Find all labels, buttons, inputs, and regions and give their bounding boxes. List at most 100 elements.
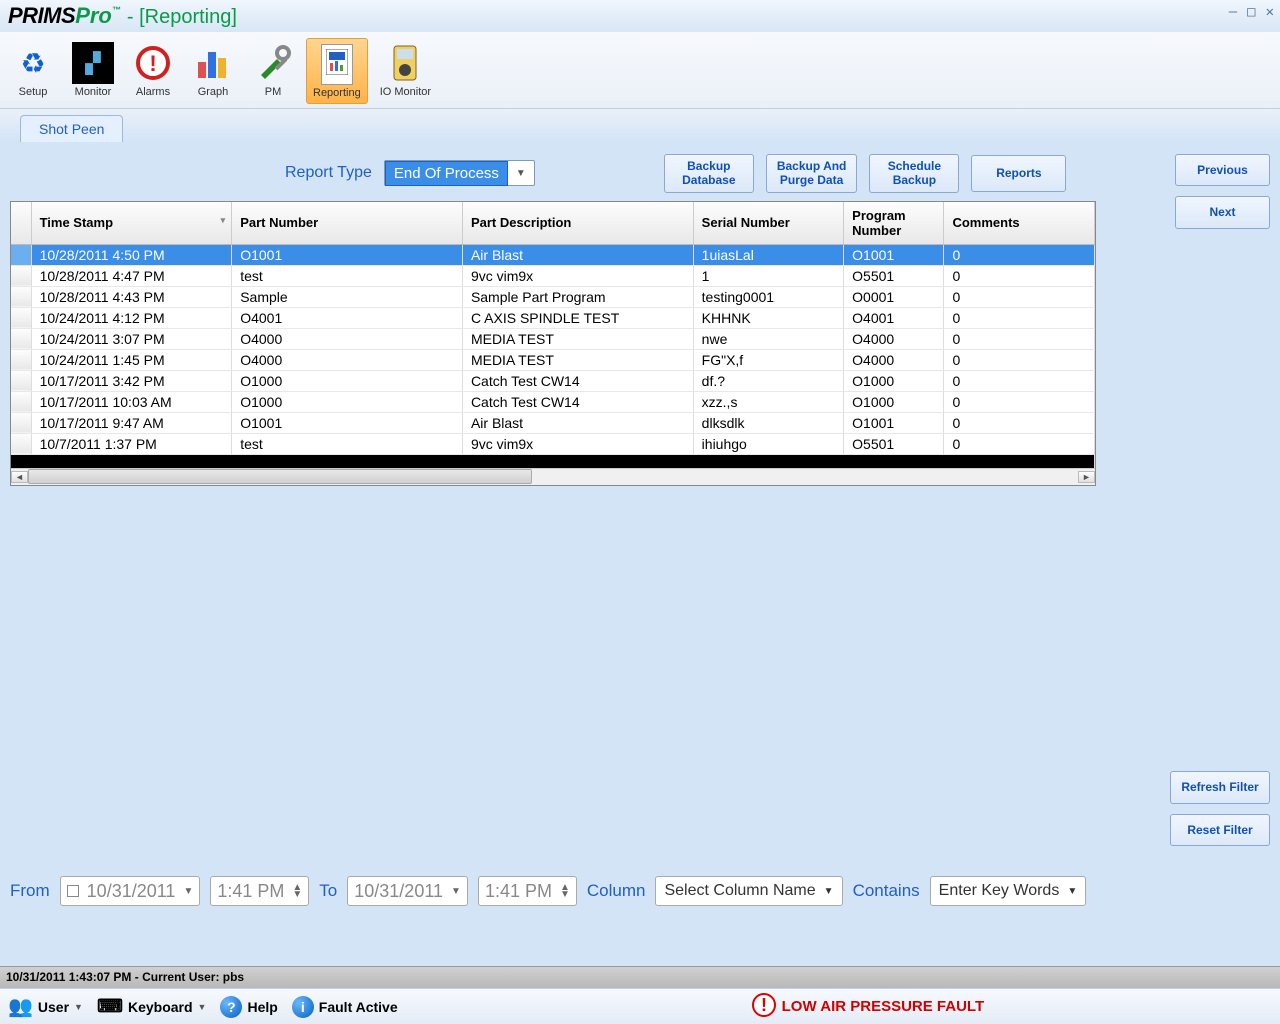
- cell: O1000: [232, 391, 463, 412]
- toolbar-setup[interactable]: ♻ Setup: [6, 38, 60, 104]
- data-grid[interactable]: Time Stamp▾ Part Number Part Description…: [10, 201, 1096, 486]
- col-comments[interactable]: Comments: [944, 202, 1095, 245]
- backup-database-button[interactable]: Backup Database: [664, 154, 754, 193]
- spinner-icon[interactable]: ▲▼: [560, 884, 570, 898]
- to-time-value: 1:41 PM: [485, 881, 552, 902]
- tab-shot-peen[interactable]: Shot Peen: [20, 115, 123, 142]
- alarm-bang-icon: !: [132, 42, 174, 84]
- to-date-input[interactable]: 10/31/2011 ▼: [347, 876, 468, 906]
- next-button[interactable]: Next: [1175, 196, 1270, 228]
- horizontal-scrollbar[interactable]: ◄ ►: [11, 468, 1095, 485]
- cell: dlksdlk: [693, 412, 843, 433]
- report-type-combo[interactable]: End Of Process ▼: [384, 160, 535, 186]
- cell: 10/28/2011 4:43 PM: [31, 286, 232, 307]
- table-row[interactable]: 10/7/2011 1:37 PMtest9vc vim9xihiuhgoO55…: [11, 433, 1095, 454]
- table-row[interactable]: 10/17/2011 9:47 AMO1001Air BlastdlksdlkO…: [11, 412, 1095, 433]
- bar-chart-icon: [192, 42, 234, 84]
- fault-text: LOW AIR PRESSURE FAULT: [782, 998, 985, 1015]
- table-row[interactable]: 10/24/2011 3:07 PMO4000MEDIA TESTnweO400…: [11, 328, 1095, 349]
- cell: 1: [693, 265, 843, 286]
- help-button[interactable]: ? Help: [220, 996, 277, 1018]
- close-button[interactable]: ✕: [1266, 4, 1274, 20]
- column-select[interactable]: Select Column Name ▼: [655, 876, 842, 906]
- cell: 0: [944, 265, 1095, 286]
- col-part-number[interactable]: Part Number: [232, 202, 463, 245]
- col-program-number[interactable]: Program Number: [844, 202, 944, 245]
- col-timestamp[interactable]: Time Stamp▾: [31, 202, 232, 245]
- chevron-down-icon[interactable]: ▼: [183, 888, 193, 895]
- table-row[interactable]: 10/28/2011 4:47 PMtest9vc vim9x1O55010: [11, 265, 1095, 286]
- to-time-input[interactable]: 1:41 PM ▲▼: [478, 876, 577, 906]
- cell: test: [232, 433, 463, 454]
- cell: 0: [944, 328, 1095, 349]
- table-row[interactable]: 10/17/2011 10:03 AMO1000Catch Test CW14x…: [11, 391, 1095, 412]
- cell: 9vc vim9x: [462, 265, 693, 286]
- user-label: User: [38, 999, 69, 1015]
- cell: O1000: [844, 370, 944, 391]
- chevron-down-icon[interactable]: ▼: [1067, 886, 1077, 897]
- filter-bar: From 10/31/2011 ▼ 1:41 PM ▲▼ To 10/31/20…: [10, 876, 1270, 906]
- toolbar-monitor[interactable]: ▞ Monitor: [66, 38, 120, 104]
- table-row[interactable]: 10/17/2011 3:42 PMO1000Catch Test CW14df…: [11, 370, 1095, 391]
- contains-input[interactable]: Enter Key Words ▼: [930, 876, 1087, 906]
- toolbar-iomonitor[interactable]: IO Monitor: [374, 38, 437, 104]
- previous-button[interactable]: Previous: [1175, 154, 1270, 186]
- from-time-input[interactable]: 1:41 PM ▲▼: [210, 876, 309, 906]
- row-indicator: [11, 286, 31, 307]
- checkbox-icon[interactable]: [67, 885, 79, 897]
- col-serial-number[interactable]: Serial Number: [693, 202, 843, 245]
- chevron-down-icon[interactable]: ▼: [451, 888, 461, 895]
- keyboard-menu[interactable]: ⌨ Keyboard ▼: [97, 996, 206, 1017]
- app-title: PRIMSPro™ - [Reporting]: [8, 3, 237, 29]
- toolbar-label: IO Monitor: [380, 86, 431, 98]
- warning-icon: !: [752, 993, 776, 1021]
- row-indicator: [11, 391, 31, 412]
- table-row[interactable]: 10/28/2011 4:50 PMO1001Air Blast1uiasLal…: [11, 244, 1095, 265]
- cell: MEDIA TEST: [462, 349, 693, 370]
- minimize-button[interactable]: —: [1229, 4, 1237, 20]
- report-type-label: Report Type: [285, 164, 372, 182]
- cell: 10/17/2011 3:42 PM: [31, 370, 232, 391]
- cell: 0: [944, 349, 1095, 370]
- tools-icon: [252, 42, 294, 84]
- report-page-icon: [316, 43, 358, 85]
- from-date-input[interactable]: 10/31/2011 ▼: [60, 876, 201, 906]
- cell: xzz.,s: [693, 391, 843, 412]
- from-date-value: 10/31/2011: [87, 881, 176, 902]
- contains-value: Enter Key Words: [939, 882, 1060, 900]
- monitor-screen-icon: ▞: [72, 42, 114, 84]
- row-indicator: [11, 349, 31, 370]
- maximize-button[interactable]: □: [1247, 4, 1255, 20]
- schedule-backup-button[interactable]: Schedule Backup: [869, 154, 959, 193]
- users-icon: 👥: [8, 994, 33, 1019]
- toolbar-reporting[interactable]: Reporting: [306, 38, 368, 104]
- refresh-filter-button[interactable]: Refresh Filter: [1170, 771, 1270, 803]
- cell: O1000: [844, 391, 944, 412]
- table-row[interactable]: 10/24/2011 1:45 PMO4000MEDIA TESTFG"X,fO…: [11, 349, 1095, 370]
- scroll-left-icon[interactable]: ◄: [11, 471, 28, 483]
- reset-filter-button[interactable]: Reset Filter: [1170, 814, 1270, 846]
- toolbar-graph[interactable]: Graph: [186, 38, 240, 104]
- reports-button[interactable]: Reports: [971, 155, 1066, 191]
- chevron-down-icon[interactable]: ▼: [824, 886, 834, 897]
- scroll-right-icon[interactable]: ►: [1078, 471, 1095, 483]
- backup-purge-button[interactable]: Backup And Purge Data: [766, 154, 858, 193]
- spinner-icon[interactable]: ▲▼: [292, 884, 302, 898]
- cell: 10/28/2011 4:47 PM: [31, 265, 232, 286]
- row-indicator: [11, 412, 31, 433]
- fault-active-button[interactable]: i Fault Active: [292, 996, 398, 1018]
- user-menu[interactable]: 👥 User ▼: [8, 994, 83, 1019]
- toolbar-alarms[interactable]: ! Alarms: [126, 38, 180, 104]
- toolbar-pm[interactable]: PM: [246, 38, 300, 104]
- col-part-description[interactable]: Part Description: [462, 202, 693, 245]
- chevron-down-icon[interactable]: ▼: [508, 168, 534, 179]
- cell: O5501: [844, 265, 944, 286]
- cell: 10/24/2011 3:07 PM: [31, 328, 232, 349]
- table-row[interactable]: 10/28/2011 4:43 PMSampleSample Part Prog…: [11, 286, 1095, 307]
- table-row[interactable]: 10/24/2011 4:12 PMO4001C AXIS SPINDLE TE…: [11, 307, 1095, 328]
- main-toolbar: ♻ Setup ▞ Monitor ! Alarms Graph PM Repo…: [0, 32, 1280, 109]
- cell: KHHNK: [693, 307, 843, 328]
- sort-indicator-icon: ▾: [221, 215, 226, 226]
- row-indicator: [11, 328, 31, 349]
- scroll-thumb[interactable]: [28, 469, 532, 484]
